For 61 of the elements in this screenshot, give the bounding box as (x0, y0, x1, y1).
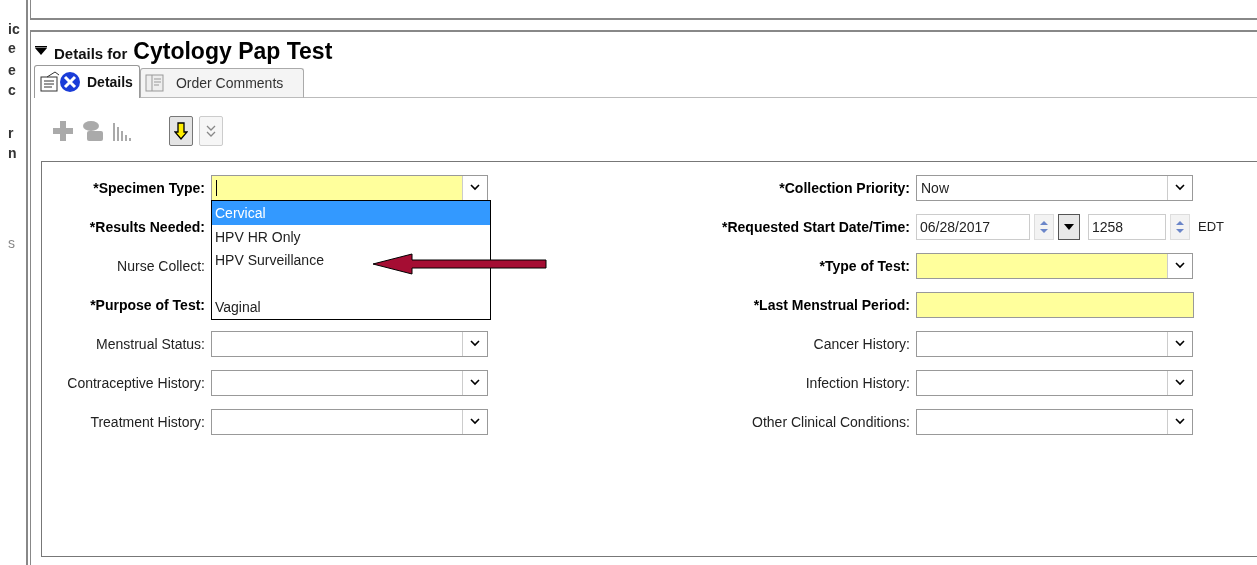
dropdown-field[interactable]: Now (916, 174, 1193, 201)
chevron-down-icon (1175, 418, 1185, 425)
chevron-down-icon (1175, 184, 1185, 191)
field-label: Menstrual Status: (95, 335, 205, 352)
date-field[interactable]: 06/28/2017 (916, 213, 1030, 240)
dropdown-field[interactable] (916, 408, 1193, 435)
notes-icon (143, 73, 166, 93)
field-label: *Requested Start Date/Time: (721, 218, 910, 235)
dropdown-field[interactable] (211, 369, 488, 396)
field-label: Cancer History: (812, 335, 910, 352)
timezone-label: EDT (1198, 219, 1224, 234)
chevron-down-icon (470, 184, 480, 191)
spinner[interactable] (1170, 213, 1190, 240)
dropdown-option[interactable]: HPV HR Only (212, 224, 304, 248)
calendar-dropdown-button[interactable] (1058, 213, 1080, 240)
spinner[interactable] (1034, 213, 1054, 240)
input-field[interactable] (916, 291, 1194, 318)
tab[interactable]: Order Comments (139, 68, 305, 98)
collapse-icon[interactable] (34, 46, 48, 56)
chevron-down-icon (470, 340, 480, 347)
details-label: Details for (54, 45, 128, 62)
field-label: *Specimen Type: (92, 179, 205, 196)
field-label: Infection History: (804, 374, 910, 391)
field-label: Other Clinical Conditions: (751, 413, 910, 430)
sidebar-text: ic (8, 21, 21, 38)
tab[interactable]: Details (34, 65, 140, 98)
sidebar-text: e (8, 40, 17, 57)
sidebar-text: r (8, 125, 15, 142)
field-label: Contraceptive History: (66, 374, 205, 391)
chevron-down-icon (470, 418, 480, 425)
down-arrow-icon (174, 122, 188, 140)
field-label: Nurse Collect: (116, 257, 205, 274)
sidebar-text: c (8, 82, 17, 99)
expand-button[interactable] (199, 116, 223, 146)
sidebar-text: e (8, 62, 17, 79)
field-label: *Purpose of Test: (89, 296, 205, 313)
chevron-down-icon (1175, 379, 1185, 386)
field-label: Treatment History: (89, 413, 205, 430)
form-error-icon (39, 71, 83, 93)
sidebar-text: s (8, 235, 16, 252)
dropdown-field[interactable] (916, 252, 1193, 279)
time-field[interactable]: 1258 (1088, 213, 1166, 240)
caret-icon (1064, 223, 1074, 230)
chevron-down-icon (1175, 262, 1185, 269)
dropdown-field[interactable] (916, 330, 1193, 357)
dropdown-option[interactable]: HPV Surveillance (212, 248, 327, 272)
dropdown-option[interactable]: Vaginal (212, 295, 264, 319)
chevron-down-icon (1175, 340, 1185, 347)
dropdown-field[interactable] (211, 408, 488, 435)
move-down-button[interactable] (169, 116, 193, 146)
dropdown-field[interactable] (916, 369, 1193, 396)
order-title: Cytology Pap Test (133, 38, 333, 65)
double-chevron-icon (205, 124, 217, 138)
field-label: *Collection Priority: (778, 179, 910, 196)
chevron-down-icon (470, 379, 480, 386)
dropdown-field[interactable] (211, 330, 488, 357)
field-label: *Type of Test: (818, 257, 910, 274)
field-label: *Results Needed: (88, 218, 205, 235)
dropdown-field[interactable] (211, 174, 488, 201)
field-label: *Last Menstrual Period: (752, 296, 910, 313)
sidebar-text: n (8, 145, 18, 162)
